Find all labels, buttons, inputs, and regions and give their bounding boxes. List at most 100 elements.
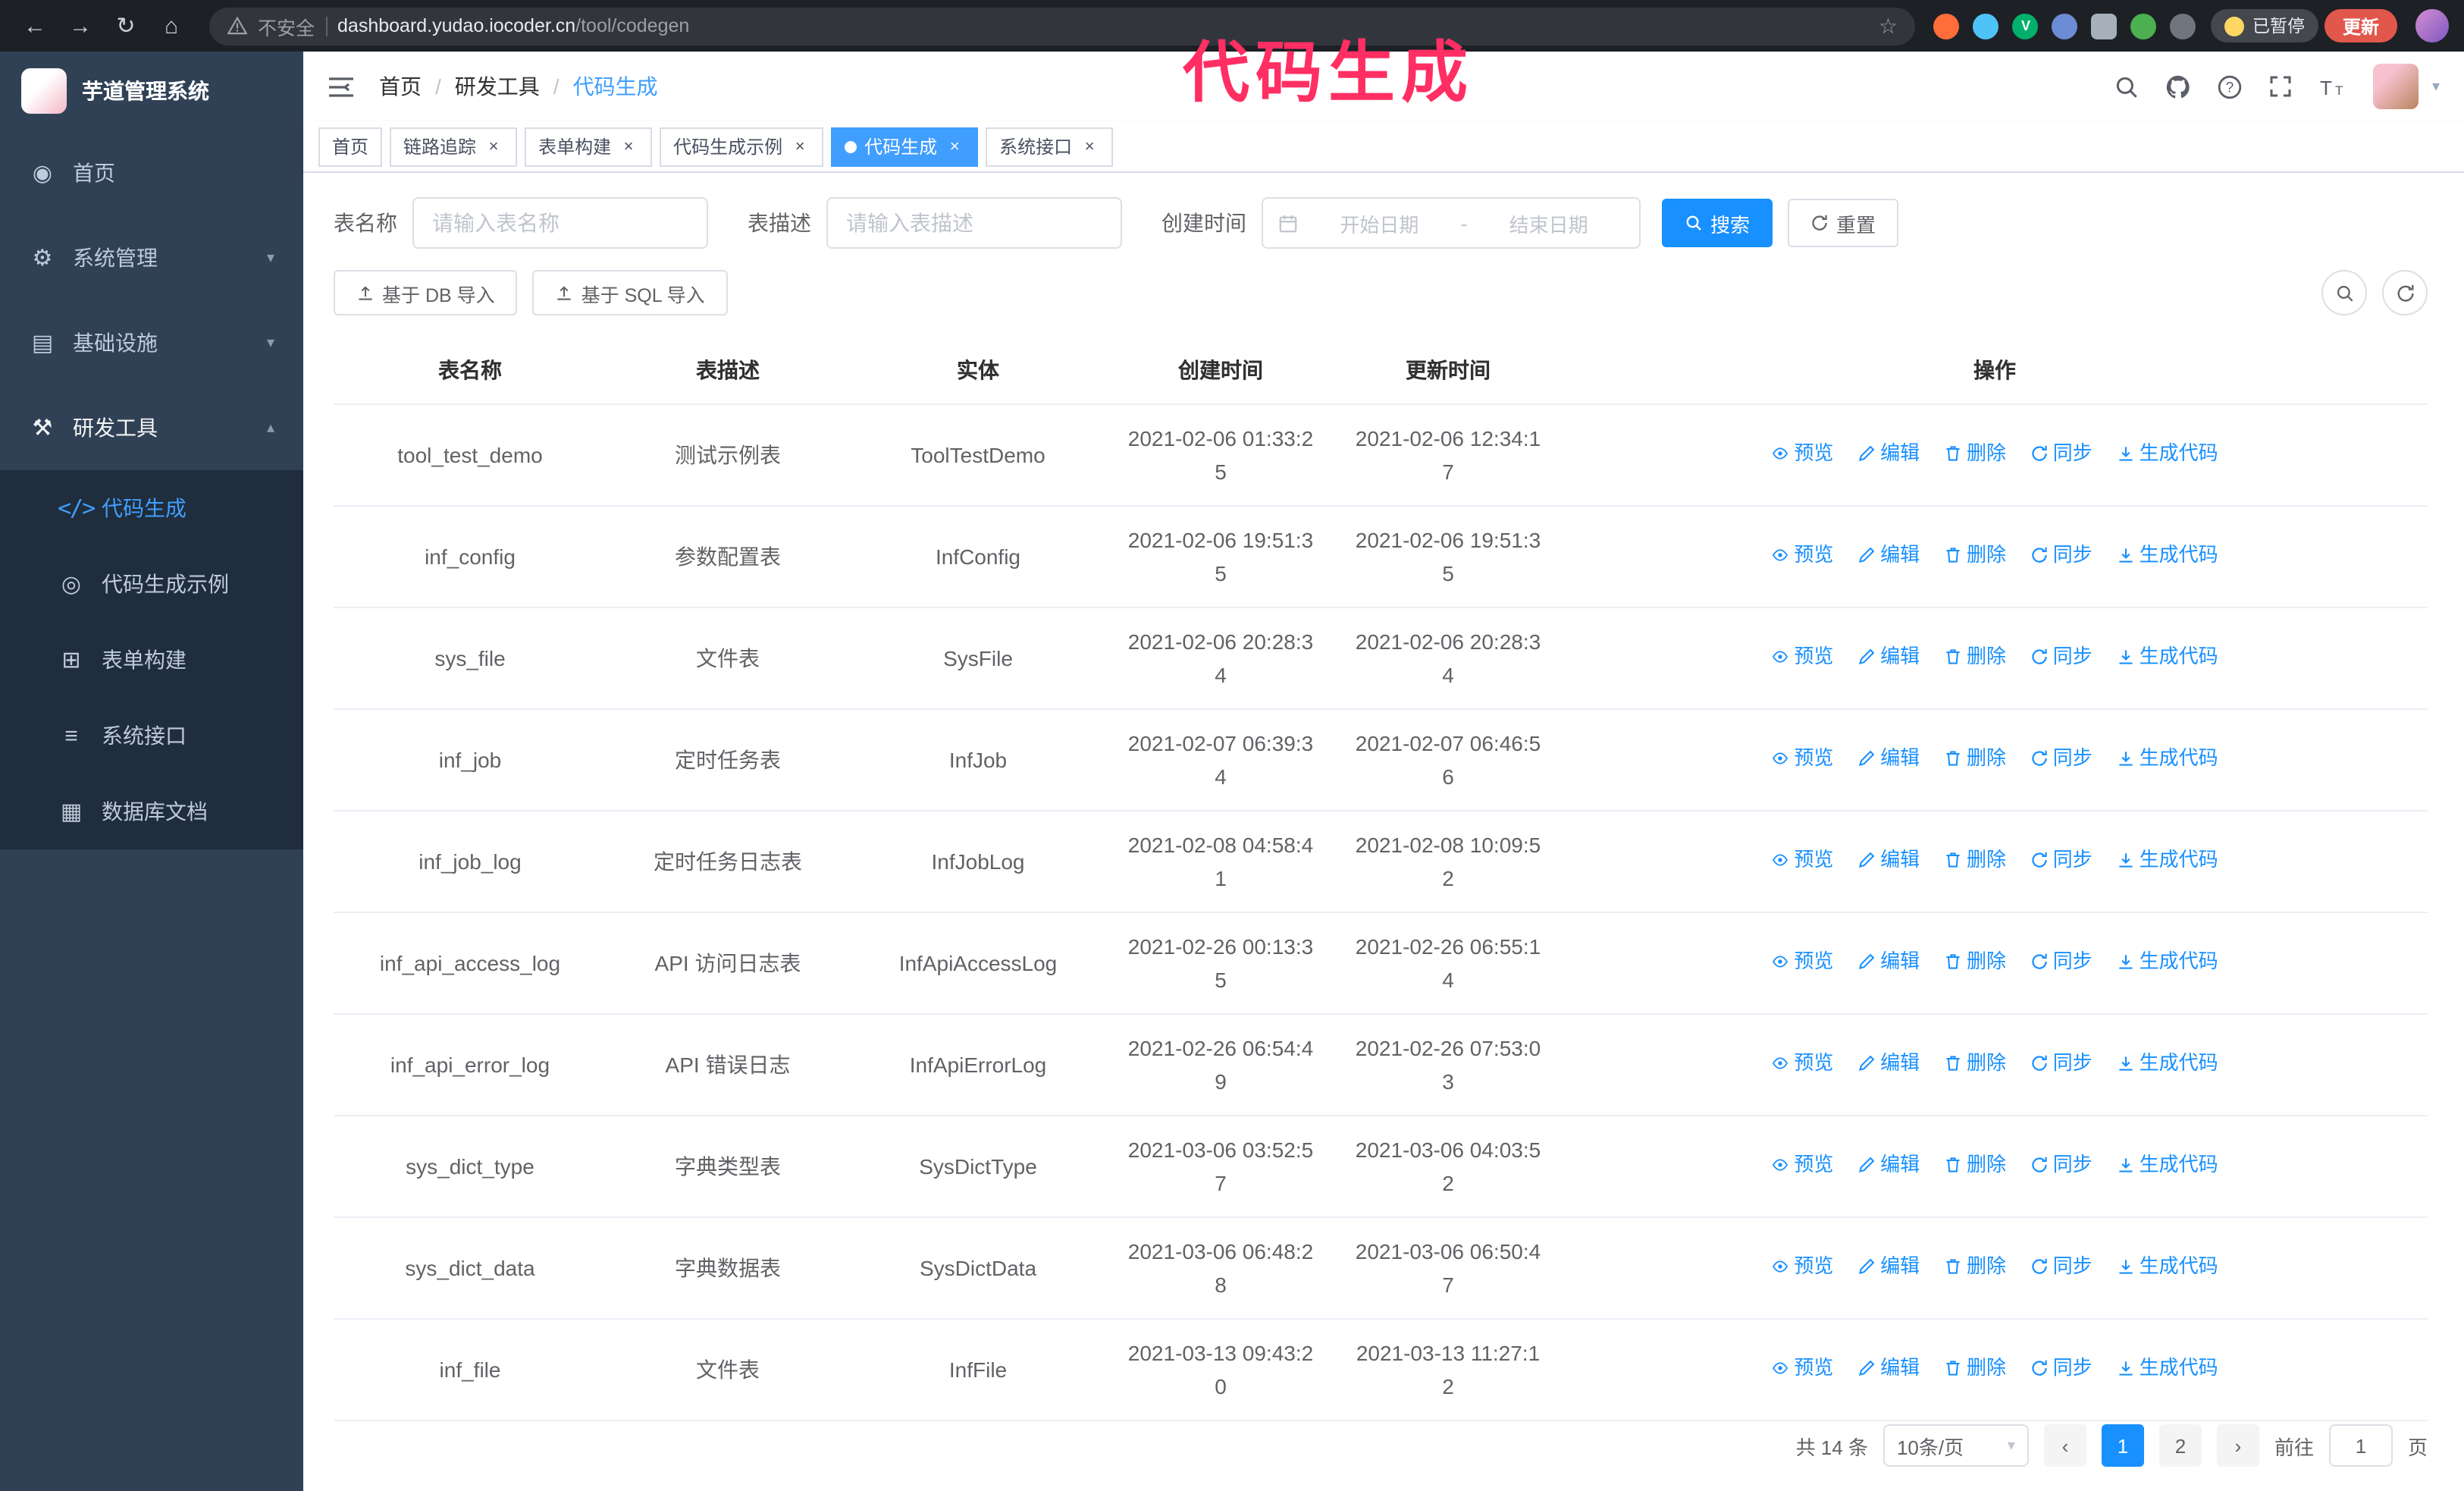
preview-link[interactable]: 预览 bbox=[1771, 945, 1833, 978]
sync-link[interactable]: 同步 bbox=[2030, 742, 2093, 775]
table-desc-input[interactable] bbox=[826, 197, 1122, 249]
breadcrumb-devtools[interactable]: 研发工具 bbox=[455, 71, 540, 102]
home-icon[interactable]: ⌂ bbox=[152, 6, 191, 46]
generate-code-link[interactable]: 生成代码 bbox=[2117, 437, 2218, 470]
extension-icon-6[interactable] bbox=[2130, 13, 2157, 39]
close-icon[interactable]: × bbox=[484, 137, 503, 155]
sync-link[interactable]: 同步 bbox=[2030, 640, 2093, 673]
delete-link[interactable]: 删除 bbox=[1944, 640, 2006, 673]
breadcrumb-home[interactable]: 首页 bbox=[379, 71, 422, 102]
extension-icon-5[interactable] bbox=[2091, 13, 2118, 39]
font-size-icon[interactable]: TT bbox=[2318, 75, 2347, 98]
chevron-down-icon[interactable]: ▾ bbox=[2432, 78, 2440, 95]
tab-form-builder[interactable]: 表单构建 × bbox=[525, 127, 653, 166]
address-bar[interactable]: 不安全 dashboard.yudao.iocoder.cn/tool/code… bbox=[209, 7, 1916, 45]
generate-code-link[interactable]: 生成代码 bbox=[2117, 1351, 2218, 1385]
tab-system-api[interactable]: 系统接口 × bbox=[986, 127, 1114, 166]
sync-link[interactable]: 同步 bbox=[2030, 1047, 2093, 1080]
paused-badge[interactable]: 已暂停 bbox=[2211, 9, 2318, 42]
bookmark-star-icon[interactable]: ☆ bbox=[1879, 13, 1898, 39]
edit-link[interactable]: 编辑 bbox=[1857, 742, 1920, 775]
sidebar-item-db-docs[interactable]: ▦ 数据库文档 bbox=[0, 774, 303, 849]
sidebar-item-system[interactable]: ⚙ 系统管理 ▾ bbox=[0, 215, 303, 300]
fullscreen-icon[interactable] bbox=[2268, 74, 2293, 99]
edit-link[interactable]: 编辑 bbox=[1857, 437, 1920, 470]
preview-link[interactable]: 预览 bbox=[1771, 1047, 1833, 1080]
reload-icon[interactable]: ↻ bbox=[106, 6, 146, 46]
sync-link[interactable]: 同步 bbox=[2030, 945, 2093, 978]
prev-page-button[interactable]: ‹ bbox=[2043, 1424, 2086, 1467]
help-icon[interactable]: ? bbox=[2217, 74, 2243, 99]
vue-devtools-extension-icon[interactable]: V bbox=[2012, 13, 2039, 39]
sidebar-item-codegen-demo[interactable]: ◎ 代码生成示例 bbox=[0, 546, 303, 622]
sidebar-item-form-builder[interactable]: ⊞ 表单构建 bbox=[0, 622, 303, 698]
edit-link[interactable]: 编辑 bbox=[1857, 945, 1920, 978]
toggle-search-icon[interactable] bbox=[2321, 270, 2367, 315]
tab-codegen-demo[interactable]: 代码生成示例 × bbox=[660, 127, 824, 166]
next-page-button[interactable]: › bbox=[2216, 1424, 2259, 1467]
page-button-1[interactable]: 1 bbox=[2101, 1424, 2144, 1467]
generate-code-link[interactable]: 生成代码 bbox=[2117, 1250, 2218, 1283]
edit-link[interactable]: 编辑 bbox=[1857, 1351, 1920, 1385]
forward-icon[interactable]: → bbox=[61, 6, 100, 46]
page-button-2[interactable]: 2 bbox=[2158, 1424, 2202, 1467]
generate-code-link[interactable]: 生成代码 bbox=[2117, 640, 2218, 673]
generate-code-link[interactable]: 生成代码 bbox=[2117, 843, 2218, 877]
import-db-button[interactable]: 基于 DB 导入 bbox=[334, 270, 518, 315]
delete-link[interactable]: 删除 bbox=[1944, 1148, 2006, 1182]
sync-link[interactable]: 同步 bbox=[2030, 1351, 2093, 1385]
generate-code-link[interactable]: 生成代码 bbox=[2117, 1148, 2218, 1182]
back-icon[interactable]: ← bbox=[15, 6, 55, 46]
preview-link[interactable]: 预览 bbox=[1771, 437, 1833, 470]
sync-link[interactable]: 同步 bbox=[2030, 437, 2093, 470]
sync-link[interactable]: 同步 bbox=[2030, 538, 2093, 572]
delete-link[interactable]: 删除 bbox=[1944, 1047, 2006, 1080]
edit-link[interactable]: 编辑 bbox=[1857, 843, 1920, 877]
preview-link[interactable]: 预览 bbox=[1771, 1351, 1833, 1385]
delete-link[interactable]: 删除 bbox=[1944, 843, 2006, 877]
update-button[interactable]: 更新 bbox=[2324, 9, 2397, 42]
user-avatar[interactable] bbox=[2372, 64, 2419, 109]
delete-link[interactable]: 删除 bbox=[1944, 1250, 2006, 1283]
sync-link[interactable]: 同步 bbox=[2030, 1148, 2093, 1182]
generate-code-link[interactable]: 生成代码 bbox=[2117, 538, 2218, 572]
tab-home[interactable]: 首页 bbox=[318, 127, 383, 166]
table-name-input[interactable] bbox=[412, 197, 708, 249]
close-icon[interactable]: × bbox=[1080, 137, 1099, 155]
sidebar-item-system-api[interactable]: ≡ 系统接口 bbox=[0, 698, 303, 774]
generate-code-link[interactable]: 生成代码 bbox=[2117, 742, 2218, 775]
sidebar-toggle-icon[interactable] bbox=[328, 75, 355, 98]
edit-link[interactable]: 编辑 bbox=[1857, 1047, 1920, 1080]
delete-link[interactable]: 删除 bbox=[1944, 742, 2006, 775]
preview-link[interactable]: 预览 bbox=[1771, 1250, 1833, 1283]
generate-code-link[interactable]: 生成代码 bbox=[2117, 1047, 2218, 1080]
preview-link[interactable]: 预览 bbox=[1771, 843, 1833, 877]
generate-code-link[interactable]: 生成代码 bbox=[2117, 945, 2218, 978]
refresh-table-icon[interactable] bbox=[2382, 270, 2428, 315]
preview-link[interactable]: 预览 bbox=[1771, 538, 1833, 572]
close-icon[interactable]: × bbox=[945, 137, 964, 155]
preview-link[interactable]: 预览 bbox=[1771, 640, 1833, 673]
app-logo[interactable]: 芋道管理系统 bbox=[0, 52, 303, 130]
extensions-puzzle-icon[interactable] bbox=[2170, 13, 2196, 39]
import-sql-button[interactable]: 基于 SQL 导入 bbox=[532, 270, 728, 315]
preview-link[interactable]: 预览 bbox=[1771, 742, 1833, 775]
search-icon[interactable] bbox=[2114, 74, 2140, 99]
reset-button[interactable]: 重置 bbox=[1788, 199, 1899, 247]
close-icon[interactable]: × bbox=[790, 137, 810, 155]
tab-trace[interactable]: 链路追踪 × bbox=[390, 127, 518, 166]
delete-link[interactable]: 删除 bbox=[1944, 945, 2006, 978]
page-size-select[interactable]: 10条/页 ▾ bbox=[1882, 1424, 2029, 1467]
close-icon[interactable]: × bbox=[619, 137, 638, 155]
tab-codegen[interactable]: 代码生成 × bbox=[831, 127, 979, 166]
search-button[interactable]: 搜索 bbox=[1662, 199, 1773, 247]
sidebar-item-codegen[interactable]: </> 代码生成 bbox=[0, 470, 303, 546]
extension-icon-2[interactable] bbox=[1973, 13, 1999, 39]
delete-link[interactable]: 删除 bbox=[1944, 538, 2006, 572]
sidebar-item-home[interactable]: ◉ 首页 bbox=[0, 130, 303, 215]
preview-link[interactable]: 预览 bbox=[1771, 1148, 1833, 1182]
edit-link[interactable]: 编辑 bbox=[1857, 538, 1920, 572]
edit-link[interactable]: 编辑 bbox=[1857, 640, 1920, 673]
edit-link[interactable]: 编辑 bbox=[1857, 1250, 1920, 1283]
extension-icon-1[interactable] bbox=[1933, 13, 1960, 39]
